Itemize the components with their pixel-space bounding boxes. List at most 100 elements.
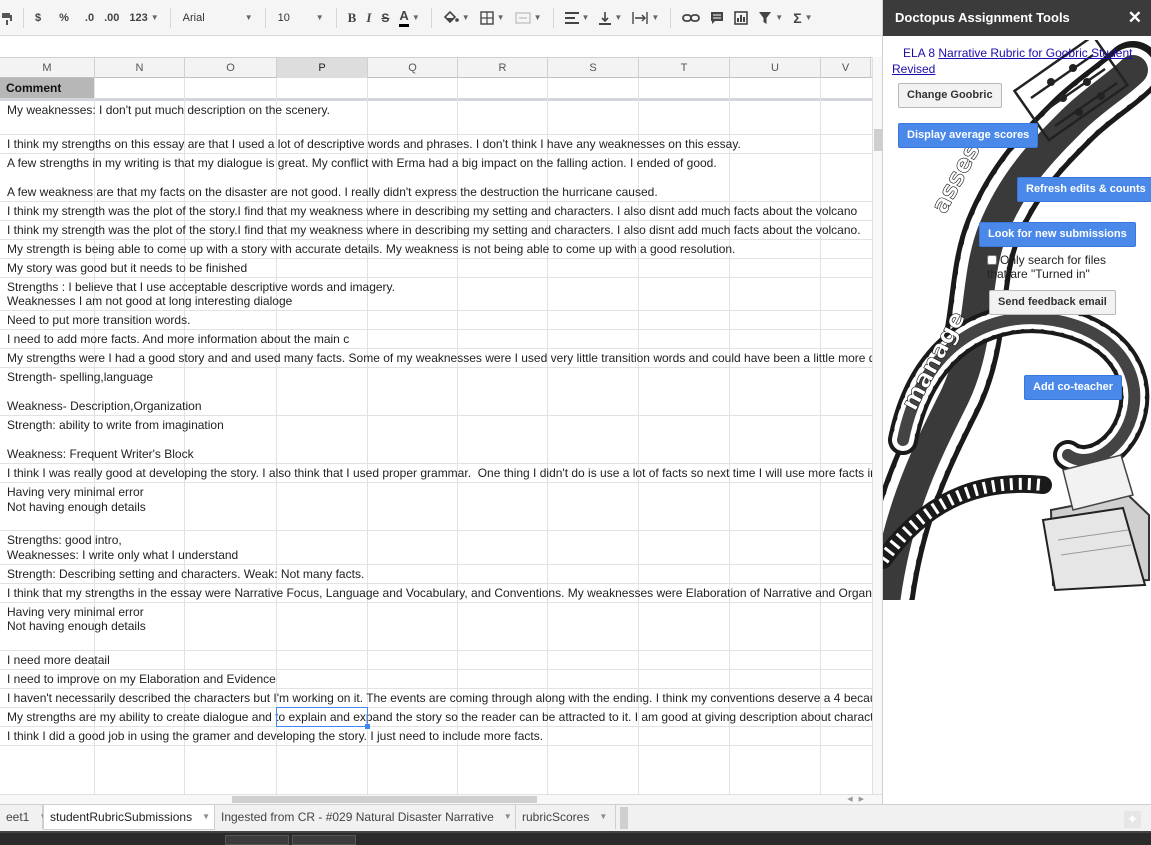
table-row[interactable]: My strengths are my ability to create di…	[0, 708, 872, 727]
sheet-tab-label: eet1	[6, 810, 30, 824]
table-row[interactable]: Having very minimal error Not having eno…	[0, 483, 872, 531]
increase-decimal-button[interactable]: .00	[99, 6, 124, 30]
text-wrapping-button[interactable]: ▼	[627, 6, 664, 30]
column-header-t[interactable]: T	[639, 58, 730, 78]
table-row[interactable]: Having very minimal error Not having eno…	[0, 603, 872, 651]
sheet-tab[interactable]: Ingested from CR - #029 Natural Disaster…	[215, 805, 516, 829]
table-row[interactable]: Strengths : I believe that I use accepta…	[0, 278, 872, 311]
table-row[interactable]: I think I was really good at developing …	[0, 464, 872, 483]
merge-icon	[514, 11, 531, 24]
borders-button[interactable]: ▼	[475, 6, 510, 30]
taskbar-item[interactable]	[292, 835, 356, 845]
formatting-toolbar: $ % .0 .00 123 ▼ Arial ▼ 10 ▼ B I S A ▼ ▼ ▼ …	[0, 0, 882, 36]
only-turned-in-checkbox[interactable]	[987, 255, 997, 265]
taskbar-item[interactable]	[225, 835, 289, 845]
look-new-submissions-button[interactable]: Look for new submissions	[979, 222, 1136, 247]
table-row[interactable]: I think my strengths on this essay are t…	[0, 135, 872, 154]
table-row[interactable]: Strength- spelling,language Weakness- De…	[0, 368, 872, 416]
bold-button[interactable]: B	[343, 6, 362, 30]
horizontal-scrollbar[interactable]: ◀▶	[0, 794, 882, 804]
table-row[interactable]: A few strengths in my writing is that my…	[0, 154, 872, 202]
currency-format-button[interactable]: $	[30, 6, 46, 30]
change-goobric-button[interactable]: Change Goobric	[898, 83, 1002, 108]
table-row[interactable]: My strength is being able to come up wit…	[0, 240, 872, 259]
table-row[interactable]: Strengths: good intro, Weaknesses: I wri…	[0, 531, 872, 565]
scroll-arrows-icon[interactable]: ◀▶	[847, 795, 870, 803]
column-header-n[interactable]: N	[95, 58, 185, 78]
only-turned-in-label: Only search for files that are "Turned i…	[987, 253, 1107, 281]
column-header-o[interactable]: O	[185, 58, 277, 78]
insert-comment-button[interactable]	[705, 6, 729, 30]
toolbar-divider	[335, 7, 337, 28]
filter-icon	[759, 11, 772, 24]
sheet-tab-bar: eet1▼studentRubricSubmissions▼Ingested f…	[0, 804, 1151, 831]
decrease-decimal-button[interactable]: .0	[80, 6, 99, 30]
align-bottom-icon	[599, 11, 612, 25]
functions-button[interactable]: Σ ▼	[788, 6, 817, 30]
vertical-align-button[interactable]: ▼	[594, 6, 627, 30]
table-row[interactable]: I think my strength was the plot of the …	[0, 202, 872, 221]
paint-format-icon[interactable]	[0, 6, 17, 30]
spreadsheet-grid[interactable]: Comment My weaknesses: I don't put much …	[0, 78, 872, 794]
filter-button[interactable]: ▼	[753, 6, 788, 30]
only-turned-in-option[interactable]: Only search for files that are "Turned i…	[987, 253, 1127, 281]
selected-cell-outline[interactable]	[276, 706, 368, 727]
sheet-tab[interactable]: studentRubricSubmissions ▼	[43, 805, 215, 830]
table-row[interactable]: I think that my strengths in the essay w…	[0, 584, 872, 603]
column-header-r[interactable]: R	[458, 58, 548, 78]
table-row[interactable]: My strengths were I had a good story and…	[0, 349, 872, 368]
strikethrough-button[interactable]: S	[376, 6, 394, 30]
column-header-m[interactable]: M	[0, 58, 95, 78]
sheet-tab-label: rubricScores	[522, 810, 590, 824]
more-formats-button[interactable]: 123 ▼	[124, 6, 163, 30]
chevron-down-icon[interactable]: ▼	[504, 806, 512, 828]
chevron-down-icon: ▼	[804, 12, 813, 22]
percent-format-button[interactable]: %	[54, 6, 74, 30]
vertical-scroll-thumb[interactable]	[874, 129, 882, 151]
add-co-teacher-button[interactable]: Add co-teacher	[1024, 375, 1123, 400]
table-row[interactable]: My story was good but it needs to be fin…	[0, 259, 872, 278]
insert-link-button[interactable]	[677, 6, 705, 30]
italic-button[interactable]: I	[361, 6, 376, 30]
toolbar-divider	[430, 7, 432, 28]
chevron-down-icon: ▼	[461, 12, 470, 22]
table-row[interactable]: I need to improve on my Elaboration and …	[0, 670, 872, 689]
table-row[interactable]: Strength: Describing setting and charact…	[0, 565, 872, 584]
column-header-p[interactable]: P	[277, 58, 368, 78]
column-header-v[interactable]: V	[821, 58, 871, 78]
merge-cells-button[interactable]: ▼	[510, 6, 547, 30]
table-row[interactable]: I think my strength was the plot of the …	[0, 221, 872, 240]
sheet-tab[interactable]: rubricScores ▼	[516, 805, 616, 829]
table-row[interactable]: I need more deatail	[0, 651, 872, 670]
fill-color-button[interactable]: ▼	[438, 6, 475, 30]
refresh-edits-button[interactable]: Refresh edits & counts	[1017, 177, 1151, 202]
table-row[interactable]: Strength: ability to write from imaginat…	[0, 416, 872, 464]
chevron-down-icon[interactable]: ▼	[599, 806, 607, 828]
send-feedback-email-button[interactable]: Send feedback email	[989, 290, 1116, 315]
font-family-select[interactable]: Arial ▼	[177, 6, 259, 30]
font-size-select[interactable]: 10 ▼	[272, 6, 330, 30]
horizontal-scroll-thumb[interactable]	[232, 796, 537, 803]
chevron-down-icon: ▼	[315, 12, 324, 22]
horizontal-align-button[interactable]: ▼	[560, 6, 595, 30]
comment-column-header[interactable]: Comment	[0, 78, 95, 98]
display-average-scores-button[interactable]: Display average scores	[898, 123, 1039, 148]
table-row[interactable]: Need to put more transition words.	[0, 311, 872, 330]
close-icon[interactable]: ✕	[1128, 0, 1142, 36]
sheet-tab-label: studentRubricSubmissions	[50, 810, 193, 824]
insert-chart-button[interactable]	[729, 6, 753, 30]
column-header-u[interactable]: U	[730, 58, 821, 78]
column-header-s[interactable]: S	[548, 58, 639, 78]
vertical-scrollbar[interactable]	[872, 57, 882, 794]
table-row[interactable]: I haven't necessarily described the char…	[0, 689, 872, 708]
os-taskbar	[0, 831, 1151, 845]
rubric-link[interactable]: ELA 8 Narrative Rubric for Goobric Stude…	[892, 45, 1147, 77]
chevron-down-icon[interactable]: ▼	[202, 806, 210, 828]
text-color-button[interactable]: A ▼	[394, 6, 424, 30]
table-row[interactable]: I think I did a good job in using the gr…	[0, 727, 872, 746]
explore-icon[interactable]: ✦	[1124, 811, 1141, 828]
sheet-tab[interactable]: eet1▼	[0, 805, 47, 829]
column-header-q[interactable]: Q	[368, 58, 458, 78]
table-row[interactable]: My weaknesses: I don't put much descript…	[0, 101, 872, 135]
table-row[interactable]: I need to add more facts. And more infor…	[0, 330, 872, 349]
